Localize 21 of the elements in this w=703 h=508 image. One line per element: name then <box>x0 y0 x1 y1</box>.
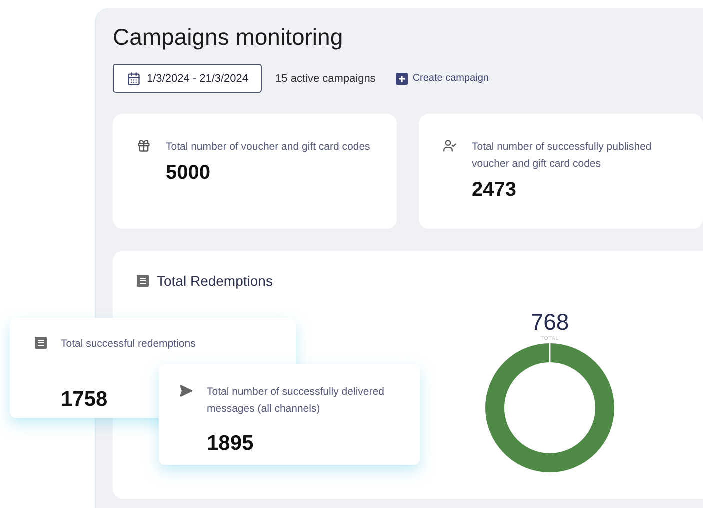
metric-label: Total successful redemptions <box>61 337 197 352</box>
panel-title: Total Redemptions <box>157 273 273 289</box>
list-icon <box>137 275 149 287</box>
create-campaign-button[interactable]: Create campaign <box>390 72 489 84</box>
calendar-icon <box>127 72 141 86</box>
active-campaigns-count: 15 active campaigns <box>276 72 376 84</box>
page-title: Campaigns monitoring <box>113 24 344 51</box>
metric-value: 1895 <box>207 432 254 456</box>
plus-icon <box>396 72 408 84</box>
total-value: 768 <box>530 309 570 336</box>
stat-label: Total number of successfully published voucher and gift card codes <box>472 140 653 172</box>
stat-value: 5000 <box>166 162 210 185</box>
metric-value: 1758 <box>61 388 108 413</box>
list-icon <box>35 337 47 349</box>
stat-label: Total number of voucher and gift card codes <box>166 140 370 155</box>
user-check-icon <box>443 139 457 153</box>
gift-icon <box>137 139 151 153</box>
metric-label: Total number of successfully delivered messages (all channels) <box>207 385 386 417</box>
date-range-button[interactable]: 1/3/2024 - 21/3/2024 <box>113 64 262 93</box>
stat-value: 2473 <box>472 179 516 202</box>
send-icon <box>179 384 193 398</box>
